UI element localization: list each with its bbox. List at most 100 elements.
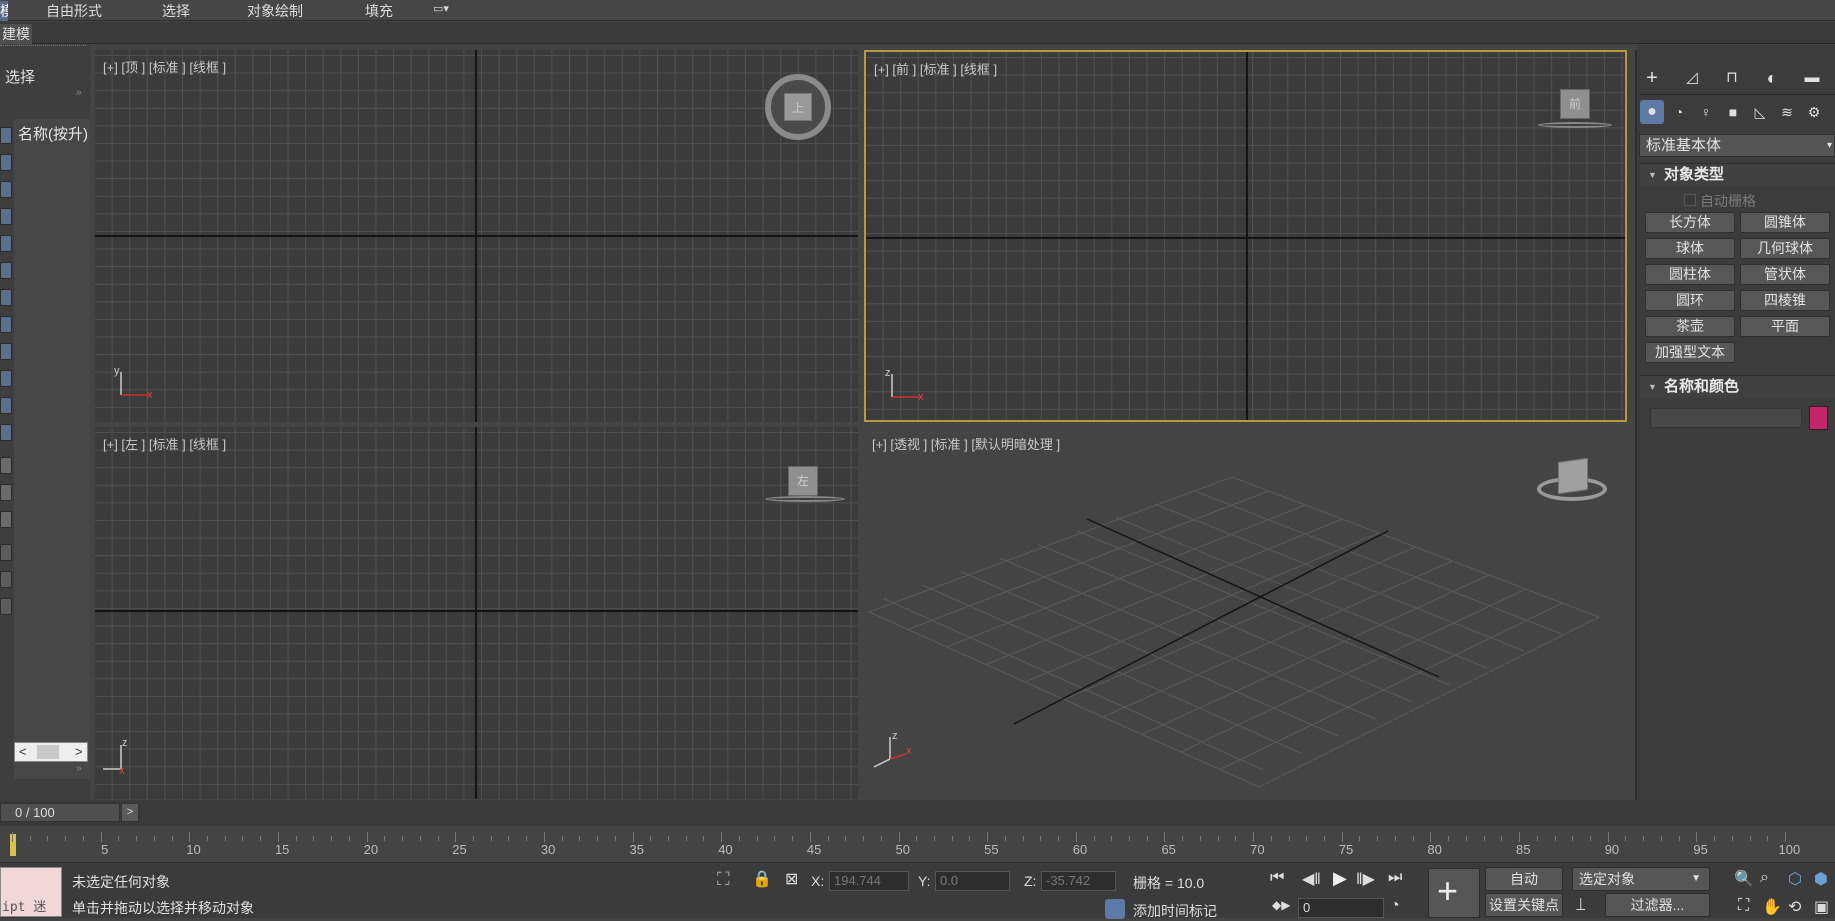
scroll-right-icon[interactable]: > — [75, 744, 83, 759]
selection-lock-icon[interactable]: 🔒 — [752, 869, 772, 889]
menu-item-object-paint[interactable]: 对象绘制 — [247, 1, 303, 21]
display-none-icon[interactable] — [0, 484, 12, 501]
cylinder-button[interactable]: 圆柱体 — [1645, 264, 1735, 285]
viewport-top[interactable]: [+] [顶 ] [标准 ] [线框 ] 上 y x — [95, 50, 858, 422]
box-button[interactable]: 长方体 — [1645, 212, 1735, 233]
menu-item-selection[interactable]: 选择 — [162, 1, 190, 21]
next-frame-icon[interactable]: ‖▶ — [1356, 869, 1375, 889]
sync-selection-icon[interactable] — [0, 544, 12, 561]
field-of-view-icon[interactable]: ⛶ — [1738, 897, 1749, 915]
zoom-extents-icon[interactable]: ⬡ — [1788, 869, 1802, 889]
display-shapes-icon[interactable] — [0, 154, 12, 171]
go-to-end-icon[interactable]: ⏭ — [1388, 869, 1402, 887]
set-key-button[interactable]: + — [1428, 868, 1480, 918]
play-icon[interactable]: ▶ — [1333, 868, 1347, 889]
current-frame-field[interactable]: 0 — [1298, 898, 1384, 918]
time-slider[interactable]: 0 / 100 — [0, 803, 120, 822]
select-menu-label[interactable]: 选择 — [5, 66, 35, 87]
cameras-category-icon[interactable]: ■ — [1721, 100, 1745, 124]
menu-item-freeform[interactable]: 自由形式 — [46, 1, 102, 21]
tube-button[interactable]: 管状体 — [1740, 264, 1830, 285]
viewport-label[interactable]: [+] [顶 ] [标准 ] [线框 ] — [103, 57, 226, 76]
display-helpers-icon[interactable] — [0, 235, 12, 252]
orbit-icon[interactable]: ⟲ — [1788, 897, 1801, 917]
isolate-selection-icon[interactable]: ⛶ — [717, 869, 730, 890]
helpers-category-icon[interactable]: ◺ — [1748, 100, 1772, 124]
maxscript-listener[interactable]: ipt 迷 — [0, 867, 62, 917]
display-frozen-icon[interactable] — [0, 397, 12, 414]
spacewarps-category-icon[interactable]: ≋ — [1775, 100, 1799, 124]
object-category-dropdown[interactable]: 标准基本体 ▾ — [1639, 134, 1835, 157]
time-tag-icon[interactable] — [1105, 899, 1125, 919]
autogrid-checkbox[interactable] — [1684, 194, 1696, 206]
viewport-perspective[interactable]: [+] [透视 ] [标准 ] [默认明暗处理 ] z x — [864, 427, 1627, 799]
viewport-label[interactable]: [+] [左 ] [标准 ] [线框 ] — [103, 434, 226, 453]
current-frame-marker[interactable] — [10, 834, 16, 856]
set-key-mode-button[interactable]: 设置关键点 — [1485, 893, 1563, 917]
scroll-left-icon[interactable]: < — [19, 744, 27, 759]
motion-tab-icon[interactable]: ◐ — [1760, 66, 1784, 90]
torus-button[interactable]: 圆环 — [1645, 290, 1735, 311]
explorer-scrollbar[interactable]: < > — [14, 742, 88, 762]
y-coordinate-field[interactable]: 0.0 — [935, 871, 1010, 891]
display-xrefs-icon[interactable] — [0, 316, 12, 333]
zoom-icon[interactable]: 🔍 — [1734, 869, 1754, 889]
object-color-swatch[interactable] — [1809, 406, 1828, 430]
geometry-category-icon[interactable]: ● — [1640, 100, 1664, 124]
maximize-viewport-icon[interactable]: ▣ — [1814, 897, 1829, 917]
explorer-list[interactable] — [14, 119, 90, 779]
viewcube-ring-icon[interactable] — [1538, 122, 1612, 128]
display-spacewarps-icon[interactable] — [0, 262, 12, 279]
ribbon-options-icon[interactable]: ▭▾ — [433, 2, 449, 15]
viewcube-compass-icon[interactable]: 上 — [765, 74, 831, 140]
display-tab-icon[interactable]: ▬ — [1800, 66, 1824, 90]
display-bones-icon[interactable] — [0, 343, 12, 360]
expand-icon[interactable]: » — [76, 87, 82, 98]
time-next-icon[interactable]: > — [121, 803, 139, 822]
z-coordinate-field[interactable]: -35.742 — [1041, 871, 1116, 891]
viewport-label[interactable]: [+] [透视 ] [标准 ] [默认明暗处理 ] — [872, 434, 1060, 453]
systems-category-icon[interactable]: ⚙ — [1802, 100, 1826, 124]
object-type-rollout-header[interactable]: 对象类型 — [1640, 163, 1835, 186]
display-containers-icon[interactable] — [0, 370, 12, 387]
lights-category-icon[interactable]: ♀ — [1694, 100, 1718, 124]
previous-frame-icon[interactable]: ◀‖ — [1302, 869, 1321, 889]
object-name-input[interactable] — [1650, 408, 1802, 428]
modify-tab-icon[interactable]: ◿ — [1680, 66, 1704, 90]
hierarchy-tab-icon[interactable]: ⊓ — [1720, 66, 1744, 90]
viewcube-ring-icon[interactable] — [765, 496, 845, 502]
zoom-extents-all-icon[interactable]: ⬢ — [1814, 869, 1828, 889]
viewport-front[interactable]: [+] [前 ] [标准 ] [线框 ] 前 z x — [864, 50, 1627, 422]
pan-icon[interactable]: ✋ — [1762, 897, 1782, 917]
viewcube-icon[interactable]: 前 — [1560, 89, 1590, 119]
display-invert-icon[interactable] — [0, 511, 12, 528]
zoom-all-icon[interactable]: ⌕ — [1760, 869, 1769, 887]
display-lights-icon[interactable] — [0, 181, 12, 198]
display-cameras-icon[interactable] — [0, 208, 12, 225]
sphere-button[interactable]: 球体 — [1645, 238, 1735, 259]
name-color-rollout-header[interactable]: 名称和颜色 — [1640, 375, 1835, 398]
key-filters-button[interactable]: 过滤器... — [1605, 893, 1710, 917]
add-time-tag-button[interactable]: 添加时间标记 — [1133, 901, 1217, 921]
shapes-category-icon[interactable]: ◔ — [1667, 100, 1691, 124]
geosphere-button[interactable]: 几何球体 — [1740, 238, 1830, 259]
selection-set-dropdown[interactable]: 选定对象 ▼ — [1572, 867, 1710, 891]
display-hidden-icon[interactable] — [0, 424, 12, 441]
plane-button[interactable]: 平面 — [1740, 316, 1830, 337]
auto-key-button[interactable]: 自动 — [1485, 867, 1563, 891]
sort-column-header[interactable]: 名称(按升) — [18, 123, 88, 144]
go-to-start-icon[interactable]: ⏮ — [1270, 869, 1284, 887]
absolute-mode-icon[interactable]: ⊠ — [785, 869, 798, 889]
x-coordinate-field[interactable]: 194.744 — [829, 871, 909, 891]
text-plus-button[interactable]: 加强型文本 — [1645, 342, 1735, 363]
viewcube-icon[interactable]: 左 — [788, 466, 818, 496]
ribbon-tab-modeling[interactable]: 建模 — [0, 24, 32, 44]
scroll-thumb[interactable] — [37, 745, 59, 759]
teapot-button[interactable]: 茶壶 — [1645, 316, 1735, 337]
viewcube-icon[interactable] — [1558, 457, 1588, 495]
lock-cell-icon[interactable] — [0, 598, 12, 615]
viewport-label[interactable]: [+] [前 ] [标准 ] [线框 ] — [874, 59, 997, 78]
viewport-left[interactable]: [+] [左 ] [标准 ] [线框 ] 左 z x — [95, 427, 858, 799]
viewcube-icon[interactable]: 上 — [784, 93, 812, 121]
menu-item-populate[interactable]: 填充 — [365, 1, 393, 21]
